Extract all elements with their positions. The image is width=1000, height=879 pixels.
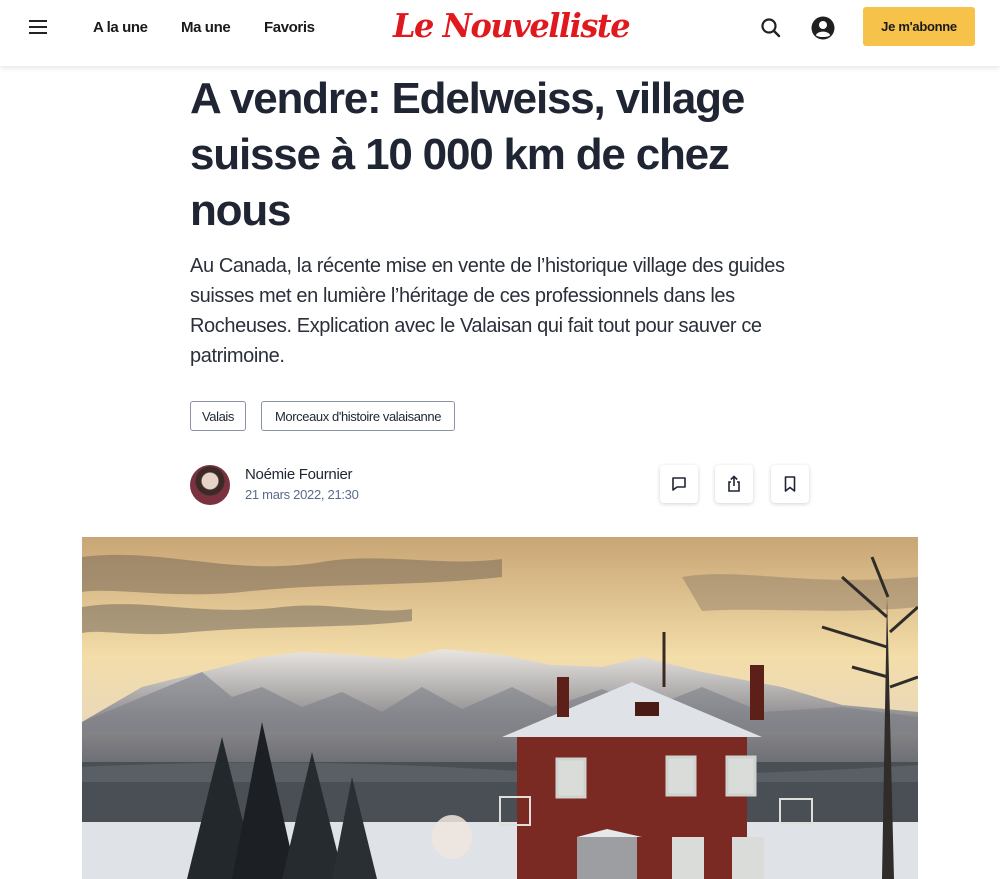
hero-image [82, 537, 918, 879]
share-icon [728, 475, 740, 492]
comment-icon [672, 477, 686, 491]
subscribe-button[interactable]: Je m'abonne [863, 7, 975, 46]
article-lead: Au Canada, la récente mise en vente de l… [190, 255, 785, 367]
nav-favoris[interactable]: Favoris [264, 19, 315, 36]
author-name[interactable]: Noémie Fournier [245, 466, 353, 483]
top-header: A la une Ma une Favoris Le Nouvelliste J… [0, 0, 1000, 66]
bookmark-icon [784, 476, 796, 492]
article-title: A vendre: Edelweiss, village suisse à 10… [190, 74, 745, 235]
nav-ma-une[interactable]: Ma une [181, 19, 231, 36]
comment-button[interactable] [660, 465, 698, 503]
tag-valais[interactable]: Valais [190, 401, 246, 431]
nav-a-la-une[interactable]: A la une [93, 19, 148, 36]
search-icon[interactable] [758, 15, 784, 41]
tag-morceaux-histoire[interactable]: Morceaux d'histoire valaisanne [261, 401, 455, 431]
publish-date: 21 mars 2022, 21:30 [245, 487, 359, 502]
site-logo[interactable]: Le Nouvelliste [393, 6, 631, 45]
menu-icon[interactable] [27, 17, 51, 37]
bookmark-button[interactable] [771, 465, 809, 503]
account-icon[interactable] [810, 15, 836, 41]
author-avatar[interactable] [190, 465, 230, 505]
share-button[interactable] [715, 465, 753, 503]
